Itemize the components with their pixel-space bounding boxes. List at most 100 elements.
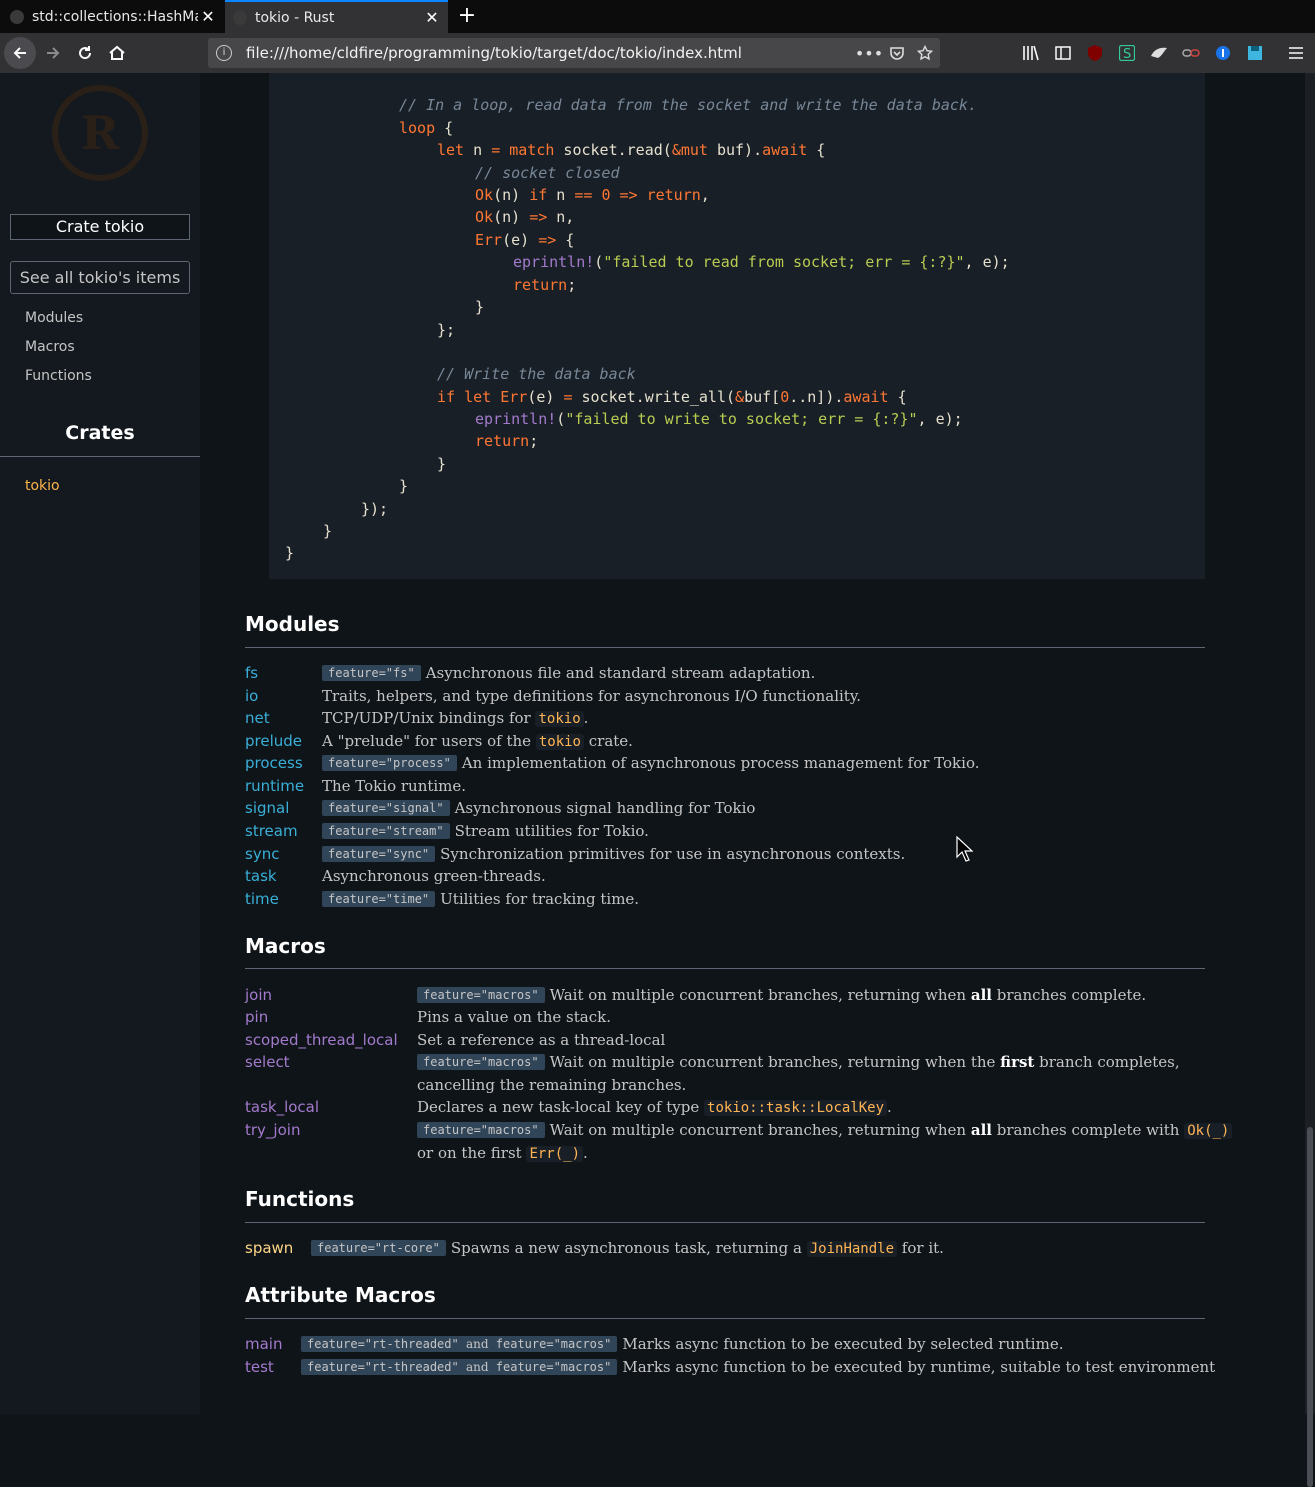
sidebar-icon[interactable]: [1049, 37, 1077, 69]
module-desc: Traits, helpers, and type definitions fo…: [322, 687, 862, 705]
pocket-icon[interactable]: [884, 38, 910, 68]
module-desc: Synchronization primitives for use in as…: [440, 845, 906, 863]
feature-badge: feature="rt-threaded" and feature="macro…: [301, 1359, 618, 1375]
module-link[interactable]: net: [245, 709, 270, 727]
code-line: Err(e) => {: [475, 231, 575, 249]
macro-link[interactable]: select: [245, 1053, 290, 1071]
inline-code[interactable]: tokio: [535, 734, 584, 750]
feature-badge: feature="sync": [322, 846, 436, 862]
url-bar[interactable]: i •••: [208, 38, 940, 68]
close-icon[interactable]: ✕: [422, 8, 442, 27]
module-link[interactable]: fs: [245, 664, 258, 682]
forward-arrow-icon[interactable]: [37, 37, 69, 69]
library-icon[interactable]: [1017, 37, 1045, 69]
crates-heading: Crates: [65, 422, 135, 444]
inline-code[interactable]: Ok(_): [1184, 1123, 1233, 1139]
module-link[interactable]: sync: [245, 845, 279, 863]
divider: [245, 647, 1205, 648]
info-icon[interactable]: i: [216, 45, 232, 61]
inline-code[interactable]: Err(_): [526, 1146, 584, 1162]
tab-title: std::collections::HashMap: [32, 8, 198, 25]
rust-logo-icon[interactable]: R: [52, 85, 148, 181]
feature-badge: feature="stream": [322, 823, 450, 839]
svg-text:S: S: [1123, 47, 1131, 61]
function-link[interactable]: spawn: [245, 1239, 293, 1257]
tab-tokio[interactable]: tokio - Rust ✕: [225, 0, 448, 33]
url-input[interactable]: [246, 44, 866, 62]
rust-favicon-icon: [10, 9, 24, 24]
sidebar-item-functions[interactable]: Functions: [25, 368, 92, 384]
rust-favicon-icon: [233, 10, 247, 25]
section-heading-modules: Modules: [245, 612, 340, 636]
module-desc: crate.: [584, 732, 633, 750]
close-icon[interactable]: ✕: [198, 7, 218, 26]
back-arrow-icon[interactable]: [4, 37, 36, 69]
scrollbar-thumb[interactable]: [1307, 1127, 1313, 1487]
divider: [245, 1222, 1205, 1223]
password-icon[interactable]: [1209, 37, 1237, 69]
attribute-macro-desc: Marks async function to be executed by r…: [622, 1358, 1216, 1376]
macro-link[interactable]: try_join: [245, 1121, 300, 1139]
feature-badge: feature="rt-core": [311, 1240, 446, 1256]
macro-desc: branch completes,: [1034, 1053, 1180, 1071]
macro-desc: Wait on multiple concurrent branches, re…: [549, 986, 971, 1004]
sidebar-item-macros[interactable]: Macros: [25, 339, 75, 355]
sidebar-item-modules[interactable]: Modules: [25, 310, 83, 326]
attribute-macro-link[interactable]: test: [245, 1358, 274, 1376]
macro-link[interactable]: join: [245, 986, 272, 1004]
feature-badge: feature="rt-threaded" and feature="macro…: [301, 1336, 618, 1352]
module-link[interactable]: process: [245, 754, 303, 772]
divider: [245, 1318, 1205, 1319]
macro-link[interactable]: scoped_thread_local: [245, 1031, 398, 1049]
macro-desc: branches complete.: [991, 986, 1147, 1004]
macro-desc: cancelling the remaining branches.: [417, 1076, 687, 1094]
new-tab-icon[interactable]: +: [455, 3, 479, 29]
module-link[interactable]: signal: [245, 799, 289, 817]
module-link[interactable]: prelude: [245, 732, 302, 750]
see-all-items-button[interactable]: See all tokio's items: [10, 261, 190, 294]
inline-code[interactable]: tokio::task::LocalKey: [704, 1100, 888, 1116]
scrollbar[interactable]: [1305, 73, 1315, 1487]
extension-icon[interactable]: [1145, 37, 1173, 69]
stylus-icon[interactable]: S: [1113, 37, 1141, 69]
module-desc: Asynchronous green-threads.: [322, 867, 546, 885]
module-link[interactable]: io: [245, 687, 258, 705]
code-line: }: [399, 477, 409, 495]
macro-desc: or on the first: [417, 1144, 527, 1162]
link-icon[interactable]: [1177, 37, 1205, 69]
code-line: eprintln!("failed to read from socket; e…: [513, 253, 1010, 271]
home-icon[interactable]: [101, 37, 133, 69]
feature-badge: feature="macros": [417, 1054, 545, 1070]
module-link[interactable]: task: [245, 867, 277, 885]
inline-code[interactable]: tokio: [535, 711, 584, 727]
save-icon[interactable]: [1241, 37, 1269, 69]
macro-desc: .: [583, 1144, 588, 1162]
feature-badge: feature="time": [322, 891, 436, 907]
module-link[interactable]: runtime: [245, 777, 304, 795]
function-desc: Spawns a new asynchronous task, returnin…: [450, 1239, 807, 1257]
tab-hashmap[interactable]: std::collections::HashMap ✕: [0, 0, 224, 33]
crate-link-tokio[interactable]: tokio: [25, 478, 60, 494]
more-icon[interactable]: •••: [855, 38, 883, 68]
module-desc: TCP/UDP/Unix bindings for: [322, 709, 536, 727]
divider: [245, 968, 1205, 969]
bookmark-star-icon[interactable]: [912, 38, 938, 68]
macro-desc: Wait on multiple concurrent branches, re…: [549, 1121, 971, 1139]
attribute-macro-link[interactable]: main: [245, 1335, 282, 1353]
menu-icon[interactable]: [1282, 37, 1310, 69]
code-line: }: [323, 522, 333, 540]
module-link[interactable]: stream: [245, 822, 298, 840]
ublock-icon[interactable]: [1081, 37, 1109, 69]
section-heading-functions: Functions: [245, 1187, 355, 1211]
feature-badge: feature="process": [322, 755, 457, 771]
macro-desc: Pins a value on the stack.: [417, 1008, 611, 1026]
reload-icon[interactable]: [69, 37, 101, 69]
macro-link[interactable]: task_local: [245, 1098, 319, 1116]
macro-desc-bold: all: [970, 1121, 992, 1139]
macro-link[interactable]: pin: [245, 1008, 268, 1026]
module-link[interactable]: time: [245, 890, 279, 908]
module-desc: .: [583, 709, 589, 727]
inline-code[interactable]: JoinHandle: [806, 1241, 898, 1257]
macro-desc: branches complete with: [991, 1121, 1185, 1139]
code-line: }: [475, 298, 485, 316]
